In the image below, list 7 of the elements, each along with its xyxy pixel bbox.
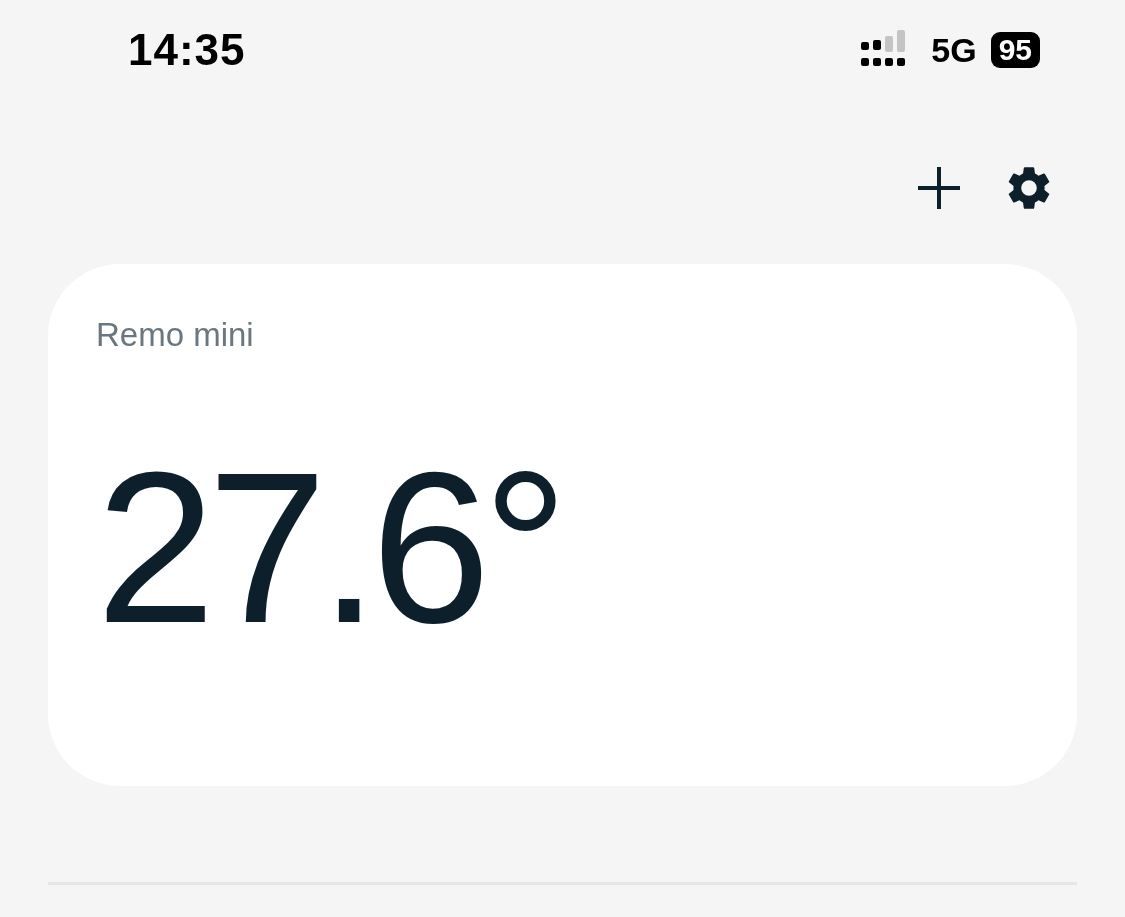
- battery-level: 95: [990, 32, 1040, 68]
- clock-time: 14:35: [128, 25, 246, 75]
- device-card[interactable]: Remo mini 27.6°: [48, 264, 1077, 786]
- device-name: Remo mini: [96, 316, 254, 354]
- add-icon[interactable]: [915, 164, 963, 212]
- temperature-reading: 27.6°: [96, 440, 561, 655]
- network-type: 5G: [931, 30, 977, 70]
